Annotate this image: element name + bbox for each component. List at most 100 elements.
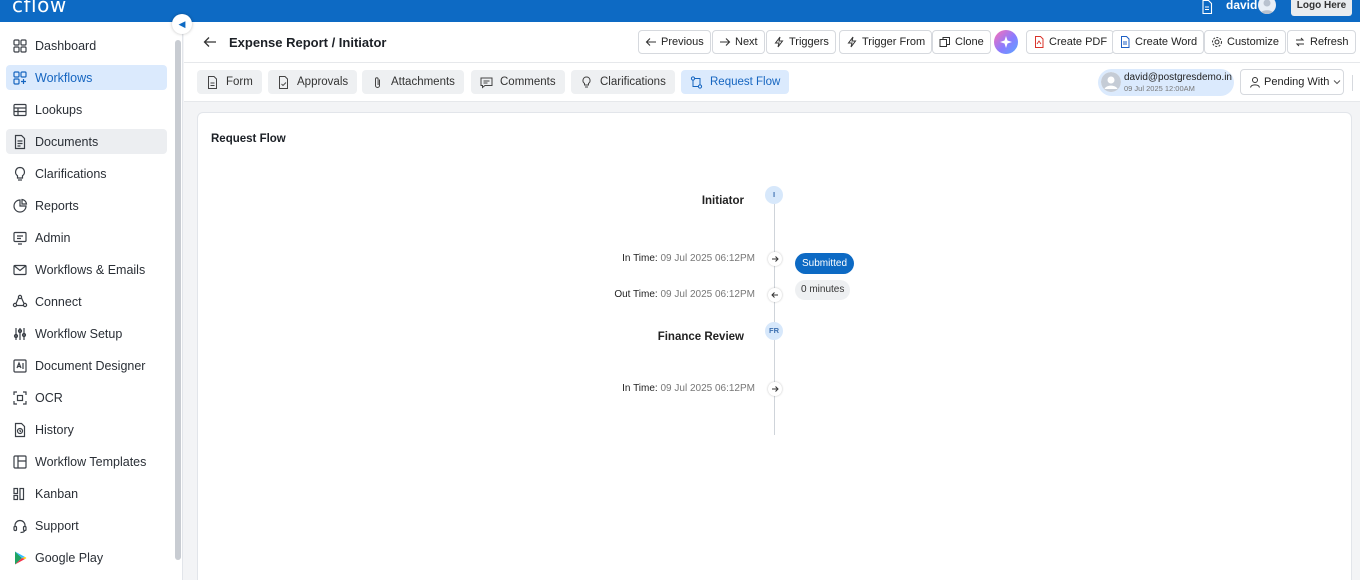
arrow-left-icon [645,38,656,46]
sidebar-item-admin[interactable]: Admin [6,225,167,250]
tab-form-label: Form [226,76,253,88]
refresh-icon [1295,37,1305,47]
paperclip-icon [375,76,380,88]
tab-attachments[interactable]: Attachments [362,70,464,94]
tab-form[interactable]: Form [197,70,262,94]
clone-label: Clone [955,36,984,48]
tab-clarifications[interactable]: Clarifications [571,70,675,94]
out-time-value: 09 Jul 2025 06:12PM [660,289,755,300]
create-word-button[interactable]: Create Word [1112,30,1205,54]
tab-approvals[interactable]: Approvals [268,70,358,94]
next-button[interactable]: Next [712,30,765,54]
ai-assistant-button[interactable] [994,30,1018,54]
tab-request-flow[interactable]: Request Flow [681,70,790,94]
create-pdf-label: Create PDF [1049,36,1108,48]
user-icon [1250,77,1260,88]
bulb-icon [14,166,26,181]
user-avatar[interactable] [1258,0,1276,14]
next-label: Next [735,36,758,48]
sidebar-item-reports[interactable]: Reports [6,193,167,218]
collapse-sidebar-button[interactable]: ◀ [172,14,192,34]
triggers-button[interactable]: Triggers [766,30,836,54]
history-icon [14,422,26,437]
user-name[interactable]: david [1226,0,1257,12]
sidebar-item-workflows-emails[interactable]: Workflows & Emails [6,257,167,282]
arrow-right-icon [720,38,731,46]
document-icon[interactable] [1201,0,1213,14]
sidebar-item-kanban[interactable]: Kanban [6,481,167,506]
duration-badge: 0 minutes [795,280,851,300]
google-play-icon [15,551,27,564]
sidebar-item-support[interactable]: Support [6,513,167,538]
page-header: Expense Report / Initiator Previous Next… [184,22,1360,63]
sidebar-item-history[interactable]: History [6,417,167,442]
customize-button[interactable]: Customize [1204,30,1286,54]
admin-icon [13,231,27,245]
table-icon [13,103,27,116]
sidebar-item-label: Clarifications [35,166,107,181]
sidebar-item-google-play[interactable]: Google Play [6,545,167,570]
sidebar-item-label: Admin [35,230,71,245]
customize-label: Customize [1227,36,1279,48]
tab-attachments-label: Attachments [391,76,455,88]
sidebar-item-documents[interactable]: Documents [6,129,167,154]
sidebar-item-label: Lookups [35,102,83,117]
sidebar: Dashboard Workflows Lookups Documents Clarif… [0,22,183,580]
sidebar-item-ocr[interactable]: OCR [6,385,167,410]
logo-placeholder: Logo Here [1291,0,1352,16]
pending-with-label: Pending With [1264,76,1330,88]
previous-button[interactable]: Previous [638,30,711,54]
headset-icon [13,519,27,533]
pending-with-dropdown[interactable]: Pending With [1240,69,1344,95]
back-arrow-icon[interactable] [202,34,218,50]
sidebar-item-workflows[interactable]: Workflows [6,65,167,90]
triggers-label: Triggers [789,36,829,48]
tab-comments[interactable]: Comments [471,70,565,94]
sidebar-item-document-designer[interactable]: Document Designer [6,353,167,378]
sidebar-item-dashboard[interactable]: Dashboard [6,33,167,58]
sidebar-item-label: Document Designer [35,358,146,373]
out-arrow-icon [768,288,782,302]
mail-icon [13,264,27,275]
refresh-button[interactable]: Refresh [1287,30,1356,54]
sidebar-item-workflow-templates[interactable]: Workflow Templates [6,449,167,474]
sidebar-item-lookups[interactable]: Lookups [6,97,167,122]
sidebar-item-label: Workflows [35,70,93,85]
workflows-icon [13,70,27,85]
in-time-label: In Time: [622,253,658,264]
assignee-email: david@postgresdemo.in [1124,72,1232,83]
divider [1352,75,1353,91]
in-arrow-icon [768,252,782,266]
trigger-from-label: Trigger From [862,36,926,48]
in-time-value: 09 Jul 2025 06:12PM [660,253,755,264]
sidebar-item-label: Dashboard [35,38,97,53]
bolt-icon [774,36,784,48]
tab-clarifications-label: Clarifications [600,76,666,88]
dashboard-icon [13,38,27,53]
clone-button[interactable]: Clone [932,30,991,54]
template-icon [13,454,27,469]
pie-chart-icon [13,198,28,213]
approvals-icon [279,75,288,89]
step-name-initiator: Initiator [701,195,744,207]
trigger-from-button[interactable]: Trigger From [839,30,933,54]
designer-icon [13,358,27,373]
bulb-icon [582,75,591,87]
sidebar-item-label: Workflows & Emails [35,262,146,277]
ocr-icon [13,390,27,405]
top-bar: cflow david Logo Here [0,0,1360,22]
assignee-chip[interactable]: david@postgresdemo.in 09 Jul 2025 12:00A… [1098,69,1234,96]
sparkle-icon [1000,36,1012,48]
cflow-logo[interactable]: cflow [12,0,67,16]
sidebar-item-label: OCR [35,390,63,405]
step-badge-initiator: I [765,186,783,204]
page-title: Expense Report / Initiator [229,35,387,50]
sidebar-item-clarifications[interactable]: Clarifications [6,161,167,186]
previous-label: Previous [661,36,704,48]
sidebar-item-connect[interactable]: Connect [6,289,167,314]
sidebar-item-workflow-setup[interactable]: Workflow Setup [6,321,167,346]
create-pdf-button[interactable]: Create PDF [1026,30,1115,54]
sidebar-item-label: Connect [35,294,82,309]
request-flow-card: Request Flow I Initiator In Time: 09 Jul… [197,112,1352,580]
sidebar-scrollbar[interactable] [175,40,181,560]
